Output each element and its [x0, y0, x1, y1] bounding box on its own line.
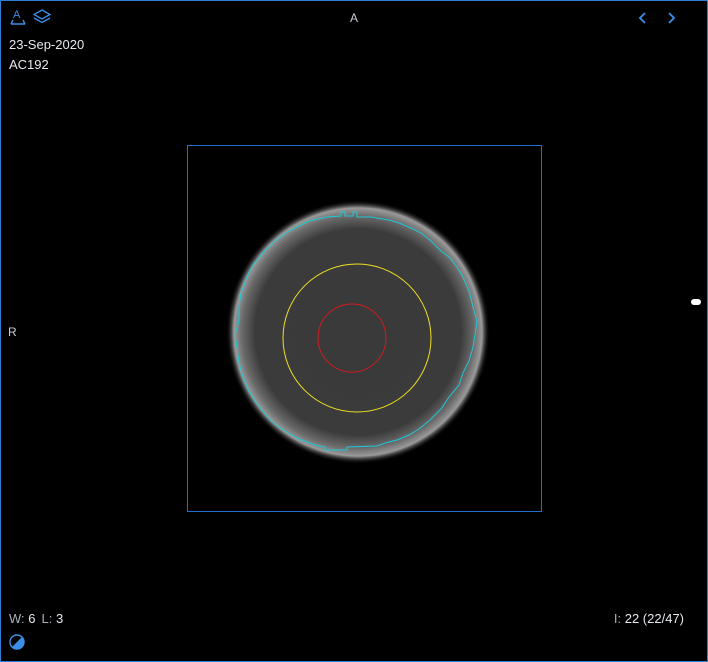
image-index-overlay: I: 22 (22/47) [614, 609, 684, 629]
image-canvas[interactable] [1, 1, 707, 661]
image-label: I: [613, 611, 622, 626]
level-value: 3 [55, 611, 64, 626]
study-date: 23-Sep-2020 [9, 37, 85, 52]
layers-icon[interactable] [32, 7, 52, 27]
patient-id: AC192 [9, 57, 49, 72]
orientation-marker-top: A [350, 11, 359, 25]
level-label: L: [41, 611, 53, 626]
phantom-image [226, 200, 490, 464]
orientation-marker-left: R [8, 325, 17, 339]
slice-scrollbar-thumb[interactable] [691, 299, 701, 305]
image-viewport[interactable]: A A R 23-Sep-2020 AC192 W: 6 L: 3 I: 22 … [0, 0, 708, 662]
chevron-right-icon[interactable] [661, 8, 681, 28]
svg-text:A: A [13, 9, 21, 21]
window-label: W: [9, 611, 25, 626]
image-value: 22 (22/47) [624, 611, 684, 626]
contrast-icon[interactable] [9, 634, 25, 650]
annotation-tool-icon[interactable]: A [8, 7, 28, 27]
study-info-overlay: 23-Sep-2020 AC192 [9, 35, 84, 75]
window-level-overlay: W: 6 L: 3 [9, 609, 63, 629]
window-value: 6 [28, 611, 36, 626]
chevron-left-icon[interactable] [633, 8, 653, 28]
